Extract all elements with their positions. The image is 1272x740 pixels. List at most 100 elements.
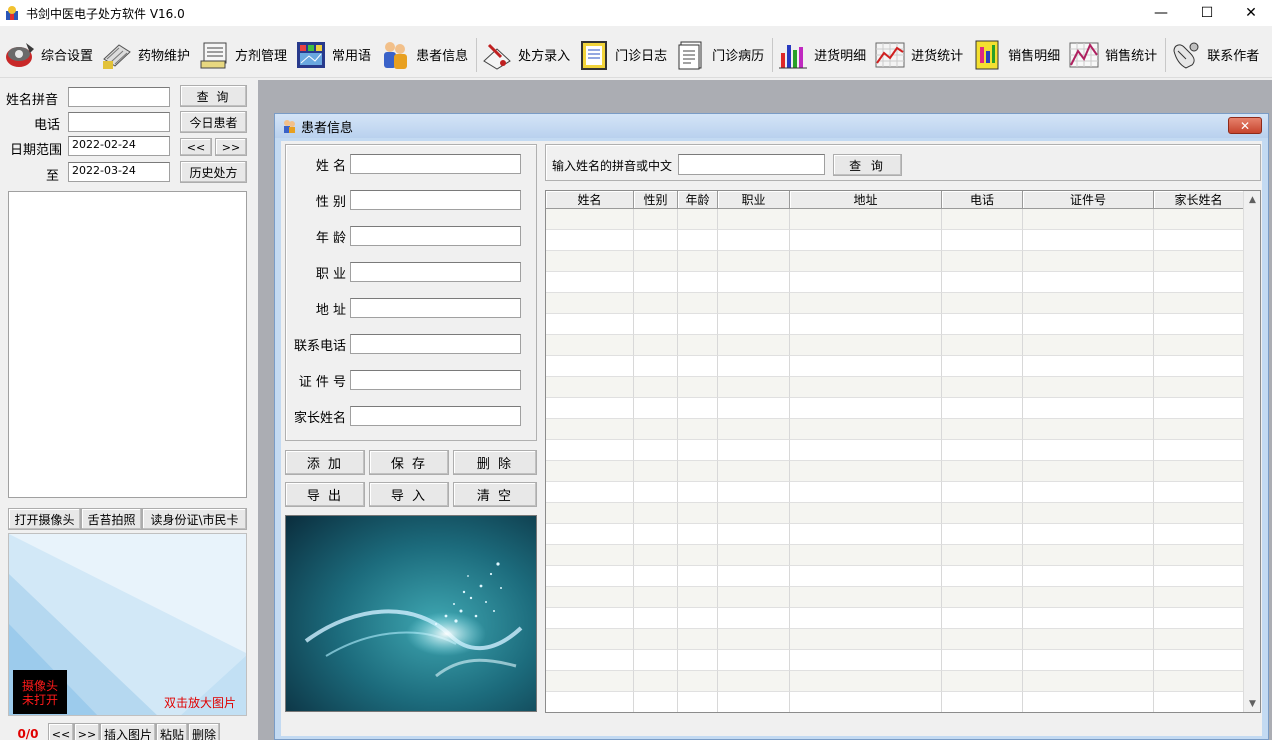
table-cell[interactable] xyxy=(678,314,718,335)
table-cell[interactable] xyxy=(1154,251,1244,272)
table-cell[interactable] xyxy=(718,419,790,440)
column-header-job[interactable]: 职业 xyxy=(718,191,790,209)
table-cell[interactable] xyxy=(634,671,678,692)
table-cell[interactable] xyxy=(1154,461,1244,482)
table-cell[interactable] xyxy=(790,377,942,398)
phone-input[interactable] xyxy=(68,112,170,132)
table-cell[interactable] xyxy=(546,293,634,314)
patient-table[interactable]: 姓名 性别 年龄 职业 地址 电话 证件号 家长姓名 ▲ ▼ xyxy=(545,190,1261,713)
table-cell[interactable] xyxy=(678,566,718,587)
table-cell[interactable] xyxy=(718,335,790,356)
table-cell[interactable] xyxy=(790,209,942,230)
close-button[interactable]: ✕ xyxy=(1228,0,1272,26)
table-cell[interactable] xyxy=(634,629,678,650)
table-cell[interactable] xyxy=(718,293,790,314)
table-cell[interactable] xyxy=(718,608,790,629)
table-cell[interactable] xyxy=(634,461,678,482)
table-cell[interactable] xyxy=(1023,692,1154,712)
table-cell[interactable] xyxy=(546,461,634,482)
table-cell[interactable] xyxy=(634,650,678,671)
table-cell[interactable] xyxy=(634,524,678,545)
name-input[interactable] xyxy=(350,154,521,174)
table-row[interactable] xyxy=(546,293,1244,314)
table-cell[interactable] xyxy=(790,671,942,692)
table-cell[interactable] xyxy=(790,692,942,712)
delete-image-button[interactable]: 删除 xyxy=(188,723,220,740)
maximize-button[interactable]: ☐ xyxy=(1184,0,1230,26)
table-cell[interactable] xyxy=(790,524,942,545)
table-cell[interactable] xyxy=(1023,377,1154,398)
table-cell[interactable] xyxy=(546,419,634,440)
table-row[interactable] xyxy=(546,461,1244,482)
table-cell[interactable] xyxy=(790,503,942,524)
today-patients-button[interactable]: 今日患者 xyxy=(180,111,247,133)
table-cell[interactable] xyxy=(546,671,634,692)
table-cell[interactable] xyxy=(634,230,678,251)
table-cell[interactable] xyxy=(790,545,942,566)
column-header-phone[interactable]: 电话 xyxy=(942,191,1023,209)
table-cell[interactable] xyxy=(790,629,942,650)
contact-phone-input[interactable] xyxy=(350,334,521,354)
table-cell[interactable] xyxy=(1154,335,1244,356)
prev-date-button[interactable]: << xyxy=(180,138,212,156)
table-cell[interactable] xyxy=(1154,545,1244,566)
table-cell[interactable] xyxy=(718,398,790,419)
table-cell[interactable] xyxy=(546,251,634,272)
table-cell[interactable] xyxy=(678,356,718,377)
date-to-input[interactable]: 2022-03-24 xyxy=(68,162,170,182)
table-cell[interactable] xyxy=(1023,251,1154,272)
table-cell[interactable] xyxy=(634,440,678,461)
table-cell[interactable] xyxy=(1023,608,1154,629)
table-cell[interactable] xyxy=(1154,503,1244,524)
table-row[interactable] xyxy=(546,503,1244,524)
column-header-guardian[interactable]: 家长姓名 xyxy=(1154,191,1244,209)
table-cell[interactable] xyxy=(1154,398,1244,419)
table-cell[interactable] xyxy=(718,377,790,398)
table-row[interactable] xyxy=(546,671,1244,692)
table-cell[interactable] xyxy=(942,335,1023,356)
table-cell[interactable] xyxy=(1154,209,1244,230)
age-input[interactable] xyxy=(350,226,521,246)
table-cell[interactable] xyxy=(790,272,942,293)
photo-next-button[interactable]: >> xyxy=(74,723,100,740)
table-cell[interactable] xyxy=(1023,209,1154,230)
date-from-input[interactable]: 2022-02-24 xyxy=(68,136,170,156)
table-cell[interactable] xyxy=(790,440,942,461)
table-cell[interactable] xyxy=(678,398,718,419)
table-cell[interactable] xyxy=(790,251,942,272)
table-cell[interactable] xyxy=(678,377,718,398)
toolbar-button-purchase-stats[interactable]: 进货统计 xyxy=(872,35,969,75)
table-cell[interactable] xyxy=(634,398,678,419)
table-cell[interactable] xyxy=(678,230,718,251)
job-input[interactable] xyxy=(350,262,521,282)
table-cell[interactable] xyxy=(942,566,1023,587)
table-cell[interactable] xyxy=(942,440,1023,461)
table-cell[interactable] xyxy=(634,503,678,524)
table-cell[interactable] xyxy=(718,503,790,524)
table-row[interactable] xyxy=(546,545,1244,566)
search-input[interactable] xyxy=(678,154,825,175)
table-cell[interactable] xyxy=(718,692,790,712)
table-cell[interactable] xyxy=(678,671,718,692)
table-cell[interactable] xyxy=(790,293,942,314)
table-row[interactable] xyxy=(546,251,1244,272)
table-cell[interactable] xyxy=(942,293,1023,314)
add-button[interactable]: 添 加 xyxy=(285,450,365,475)
table-row[interactable] xyxy=(546,272,1244,293)
guardian-input[interactable] xyxy=(350,406,521,426)
table-cell[interactable] xyxy=(678,482,718,503)
photo-prev-button[interactable]: << xyxy=(48,723,74,740)
table-cell[interactable] xyxy=(546,377,634,398)
table-cell[interactable] xyxy=(942,650,1023,671)
table-cell[interactable] xyxy=(942,251,1023,272)
table-cell[interactable] xyxy=(1154,671,1244,692)
table-cell[interactable] xyxy=(1023,314,1154,335)
table-cell[interactable] xyxy=(634,356,678,377)
table-cell[interactable] xyxy=(1154,482,1244,503)
table-cell[interactable] xyxy=(1023,419,1154,440)
table-cell[interactable] xyxy=(678,629,718,650)
table-cell[interactable] xyxy=(942,545,1023,566)
table-cell[interactable] xyxy=(942,209,1023,230)
table-row[interactable] xyxy=(546,314,1244,335)
table-cell[interactable] xyxy=(634,335,678,356)
